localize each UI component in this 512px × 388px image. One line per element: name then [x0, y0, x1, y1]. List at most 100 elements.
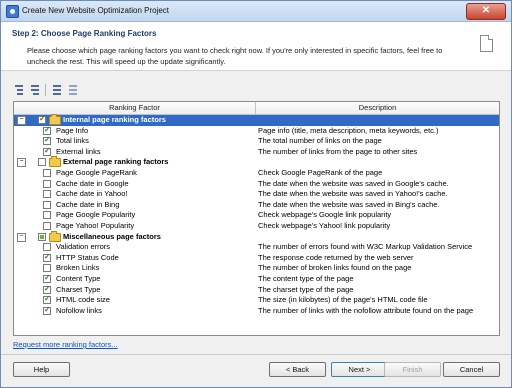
- factor-cell: Page Google PageRank: [14, 168, 255, 179]
- close-button[interactable]: ✕: [466, 3, 506, 20]
- factor-checkbox[interactable]: [43, 146, 51, 156]
- document-icon: [480, 35, 493, 52]
- tree-item-row[interactable]: Cache date in Yahoo! The date when the we…: [14, 189, 499, 200]
- tree-item-row[interactable]: Cache date in Google The date when the we…: [14, 179, 499, 190]
- factor-cell: Cache date in Yahoo!: [14, 189, 255, 200]
- factor-cell: − Miscellaneous page factors: [14, 230, 255, 243]
- factor-checkbox[interactable]: [43, 211, 51, 220]
- factor-label: Cache date in Yahoo!: [56, 189, 128, 199]
- factor-checkbox[interactable]: [43, 252, 51, 262]
- collapse-toggle-icon[interactable]: −: [17, 158, 26, 168]
- expand-all-icon[interactable]: [13, 84, 25, 95]
- help-button[interactable]: Help: [13, 362, 70, 377]
- folder-icon: [49, 114, 61, 125]
- factor-label: Cache date in Bing: [56, 199, 120, 209]
- title-bar[interactable]: Create New Website Optimization Project …: [1, 1, 511, 22]
- factor-checkbox[interactable]: [43, 179, 51, 188]
- factor-cell: Nofollow links: [14, 305, 255, 317]
- description-cell: The response code returned by the web se…: [258, 252, 414, 262]
- step-title: Step 2: Choose Page Ranking Factors: [12, 29, 157, 38]
- factor-checkbox[interactable]: [43, 273, 51, 284]
- group-checkbox[interactable]: [38, 232, 46, 241]
- tree-item-row[interactable]: Page Yahoo! Popularity Check webpage's Ya…: [14, 221, 499, 232]
- description-cell: The total number of links on the page: [258, 136, 382, 146]
- group-checkbox[interactable]: [38, 114, 46, 125]
- tree-item-row[interactable]: External links The number of links from t…: [14, 146, 499, 158]
- factor-label: Page Info: [56, 125, 89, 135]
- factor-checkbox[interactable]: [43, 222, 51, 230]
- collapse-toggle-icon[interactable]: −: [17, 232, 26, 242]
- factor-checkbox[interactable]: [43, 169, 51, 177]
- factor-label: HTTP Status Code: [56, 252, 119, 262]
- factor-checkbox[interactable]: [43, 125, 51, 135]
- factor-cell: Cache date in Google: [14, 179, 255, 190]
- tree-item-row[interactable]: Total links The total number of links on …: [14, 135, 499, 147]
- tree-item-row[interactable]: Nofollow links The number of links with t…: [14, 305, 499, 317]
- tree-item-row[interactable]: Page Google Popularity Check webpage's Go…: [14, 210, 499, 221]
- factor-label: Nofollow links: [56, 305, 102, 315]
- finish-button[interactable]: Finish: [384, 362, 441, 377]
- request-more-factors-link[interactable]: Request more ranking factors...: [13, 340, 118, 349]
- factor-checkbox[interactable]: [43, 190, 51, 199]
- description-cell: The number of links with the nofollow at…: [258, 305, 474, 315]
- toolbar-separator: [45, 84, 46, 96]
- tree-group-row[interactable]: − Miscellaneous page factors: [14, 230, 499, 243]
- cancel-button[interactable]: Cancel: [443, 362, 500, 377]
- group-label: Internal page ranking factors: [63, 115, 166, 124]
- wizard-window: Create New Website Optimization Project …: [0, 0, 512, 388]
- group-checkbox[interactable]: [38, 158, 46, 167]
- factor-checkbox[interactable]: [43, 200, 51, 209]
- grid-header: Ranking Factor Description: [14, 102, 499, 115]
- description-cell: [258, 157, 497, 168]
- tree-item-row[interactable]: Page Info Page info (title, meta descript…: [14, 125, 499, 137]
- factor-checkbox[interactable]: [43, 264, 51, 273]
- tree-item-row[interactable]: HTML code size The size (in kilobytes) of…: [14, 294, 499, 306]
- check-all-icon[interactable]: [51, 84, 63, 95]
- factor-cell: Page Google Popularity: [14, 210, 255, 221]
- tree-item-row[interactable]: Broken Links The number of broken links f…: [14, 263, 499, 274]
- description-cell: The date when the website was saved in G…: [258, 178, 449, 188]
- group-label: Miscellaneous page factors: [63, 231, 161, 241]
- description-cell: The content type of the page: [258, 274, 354, 283]
- tree-item-row[interactable]: Cache date in Bing The date when the webs…: [14, 200, 499, 211]
- uncheck-all-icon[interactable]: [67, 84, 79, 95]
- factor-checkbox[interactable]: [43, 243, 51, 252]
- factor-label: Charset Type: [56, 284, 101, 294]
- description-cell: The date when the website was saved in B…: [258, 199, 440, 209]
- tree-item-row[interactable]: Page Google PageRank Check Google PageRan…: [14, 168, 499, 179]
- description-cell: The size (in kilobytes) of the page's HT…: [258, 295, 428, 305]
- ranking-factors-tree[interactable]: Ranking Factor Description − Internal pag…: [13, 101, 500, 336]
- column-header-description[interactable]: Description: [256, 102, 499, 114]
- description-cell: The charset type of the page: [258, 284, 354, 294]
- factor-checkbox[interactable]: [43, 135, 51, 146]
- tree-group-row[interactable]: − External page ranking factors: [14, 156, 499, 168]
- factor-label: Total links: [56, 136, 89, 146]
- next-button[interactable]: Next >: [331, 362, 388, 377]
- group-label: External page ranking factors: [63, 157, 169, 167]
- column-header-factor[interactable]: Ranking Factor: [14, 102, 255, 114]
- factor-checkbox[interactable]: [43, 294, 51, 305]
- description-cell: [258, 115, 497, 126]
- factor-cell: HTTP Status Code: [14, 252, 255, 264]
- folder-icon: [49, 156, 61, 168]
- factor-cell: Cache date in Bing: [14, 200, 255, 211]
- factor-checkbox[interactable]: [43, 305, 51, 315]
- app-icon: [6, 5, 19, 18]
- factor-label: Content Type: [56, 274, 101, 283]
- back-button[interactable]: < Back: [269, 362, 326, 377]
- description-cell: Check Google PageRank of the page: [258, 168, 383, 177]
- collapse-toggle-icon[interactable]: −: [17, 116, 26, 125]
- collapse-all-icon[interactable]: [29, 84, 41, 95]
- description-cell: Page info (title, meta description, meta…: [258, 125, 439, 135]
- tree-item-row[interactable]: Content Type The content type of the page: [14, 273, 499, 285]
- tree-item-row[interactable]: HTTP Status Code The response code return…: [14, 252, 499, 264]
- description-cell: [258, 232, 497, 243]
- tree-item-row[interactable]: Charset Type The charset type of the page: [14, 284, 499, 296]
- factor-checkbox[interactable]: [43, 284, 51, 294]
- factor-label: Page Google Popularity: [56, 210, 136, 220]
- tree-group-row[interactable]: − Internal page ranking factors: [14, 114, 499, 126]
- description-cell: Check webpage's Google link popularity: [258, 210, 392, 220]
- factor-label: Page Google PageRank: [56, 168, 137, 177]
- factor-cell: − External page ranking factors: [14, 156, 255, 168]
- tree-item-row[interactable]: Validation errors The number of errors fo…: [14, 242, 499, 253]
